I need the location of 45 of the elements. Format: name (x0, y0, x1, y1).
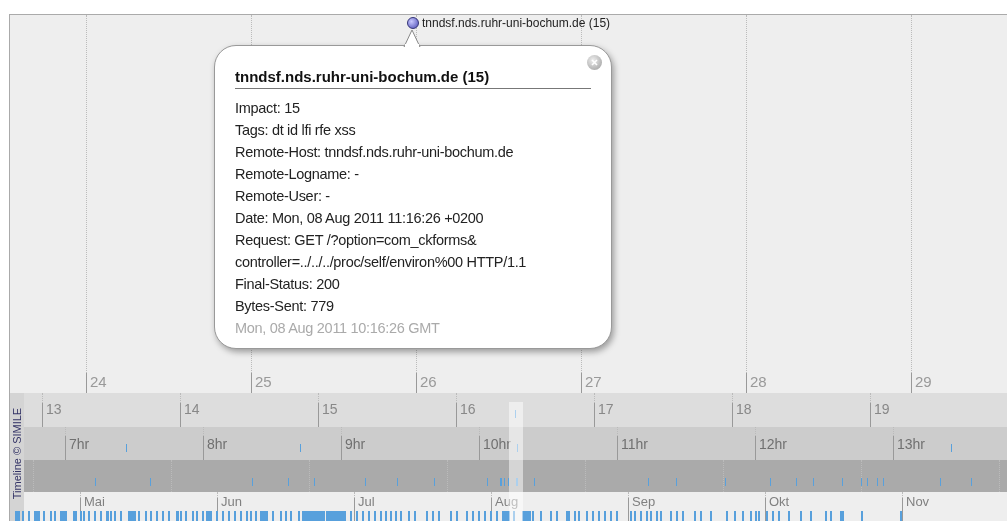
detail-line: Request: GET /?option=com_ckforms& (235, 231, 478, 250)
axis-label: 24 (90, 374, 107, 389)
detail-line: Remote-Logname: - (235, 165, 360, 184)
axis-label: Jun (221, 495, 242, 508)
timeline-band[interactable]: 13 14 15 16 17 18 19 (24, 393, 1007, 427)
axis-label: 27 (585, 374, 602, 389)
detail-line: Tags: dt id lfi rfe xss (235, 121, 357, 140)
axis-label: 13hr (897, 437, 926, 451)
axis-label: Okt (769, 495, 790, 508)
detail-line: Date: Mon, 08 Aug 2011 11:16:26 +0200 (235, 209, 485, 228)
detail-line: Bytes-Sent: 779 (235, 297, 335, 316)
detail-line: Final-Status: 200 (235, 275, 341, 294)
credit-text: Timeline © SIMILE (11, 406, 23, 502)
axis-label: 17 (598, 402, 614, 416)
close-icon[interactable] (587, 55, 602, 70)
axis-label: 14 (184, 402, 200, 416)
axis-label: Aug (495, 495, 519, 508)
axis-label: Mai (84, 495, 105, 508)
axis-label: 16 (460, 402, 476, 416)
axis-label: 28 (750, 374, 767, 389)
event-label[interactable]: tnndsf.nds.ruhr-uni-bochum.de (15) (422, 16, 611, 30)
axis-label: 10hr (483, 437, 512, 451)
axis-label: Nov (906, 495, 930, 508)
axis-label: Jul (358, 495, 375, 508)
axis-label: 15 (322, 402, 338, 416)
timeline-band[interactable]: 7hr 8hr 9hr 10hr 11hr 12hr 13hr (24, 427, 1007, 460)
axis-label: 18 (736, 402, 752, 416)
detail-line: Remote-User: - (235, 187, 331, 206)
detail-line: controller=../../../proc/self/environ%00 HTTP/1.1 (235, 253, 528, 272)
detail-line: Impact: 15 (235, 99, 301, 118)
axis-label: Sep (632, 495, 656, 508)
axis-label: 7hr (69, 437, 90, 451)
axis-label: 11hr (621, 437, 648, 451)
detail-line: Remote-Host: tnndsf.nds.ruhr-uni-bochum.de (235, 143, 515, 162)
timestamp-text: Mon, 08 Aug 2011 10:16:26 GMT (235, 319, 441, 338)
event-ticks-drawing (515, 410, 516, 418)
axis-label: 8hr (207, 437, 228, 451)
axis-label: 26 (420, 374, 437, 389)
bubble-title: tnndsf.nds.ruhr-uni-bochum.de (15) (235, 68, 591, 89)
axis-label: 25 (255, 374, 272, 389)
axis-label: 9hr (345, 437, 366, 451)
axis-label: 12hr (759, 437, 788, 451)
axis-label: 29 (915, 374, 932, 389)
axis-label: 19 (874, 402, 890, 416)
axis-label: 13 (46, 402, 62, 416)
